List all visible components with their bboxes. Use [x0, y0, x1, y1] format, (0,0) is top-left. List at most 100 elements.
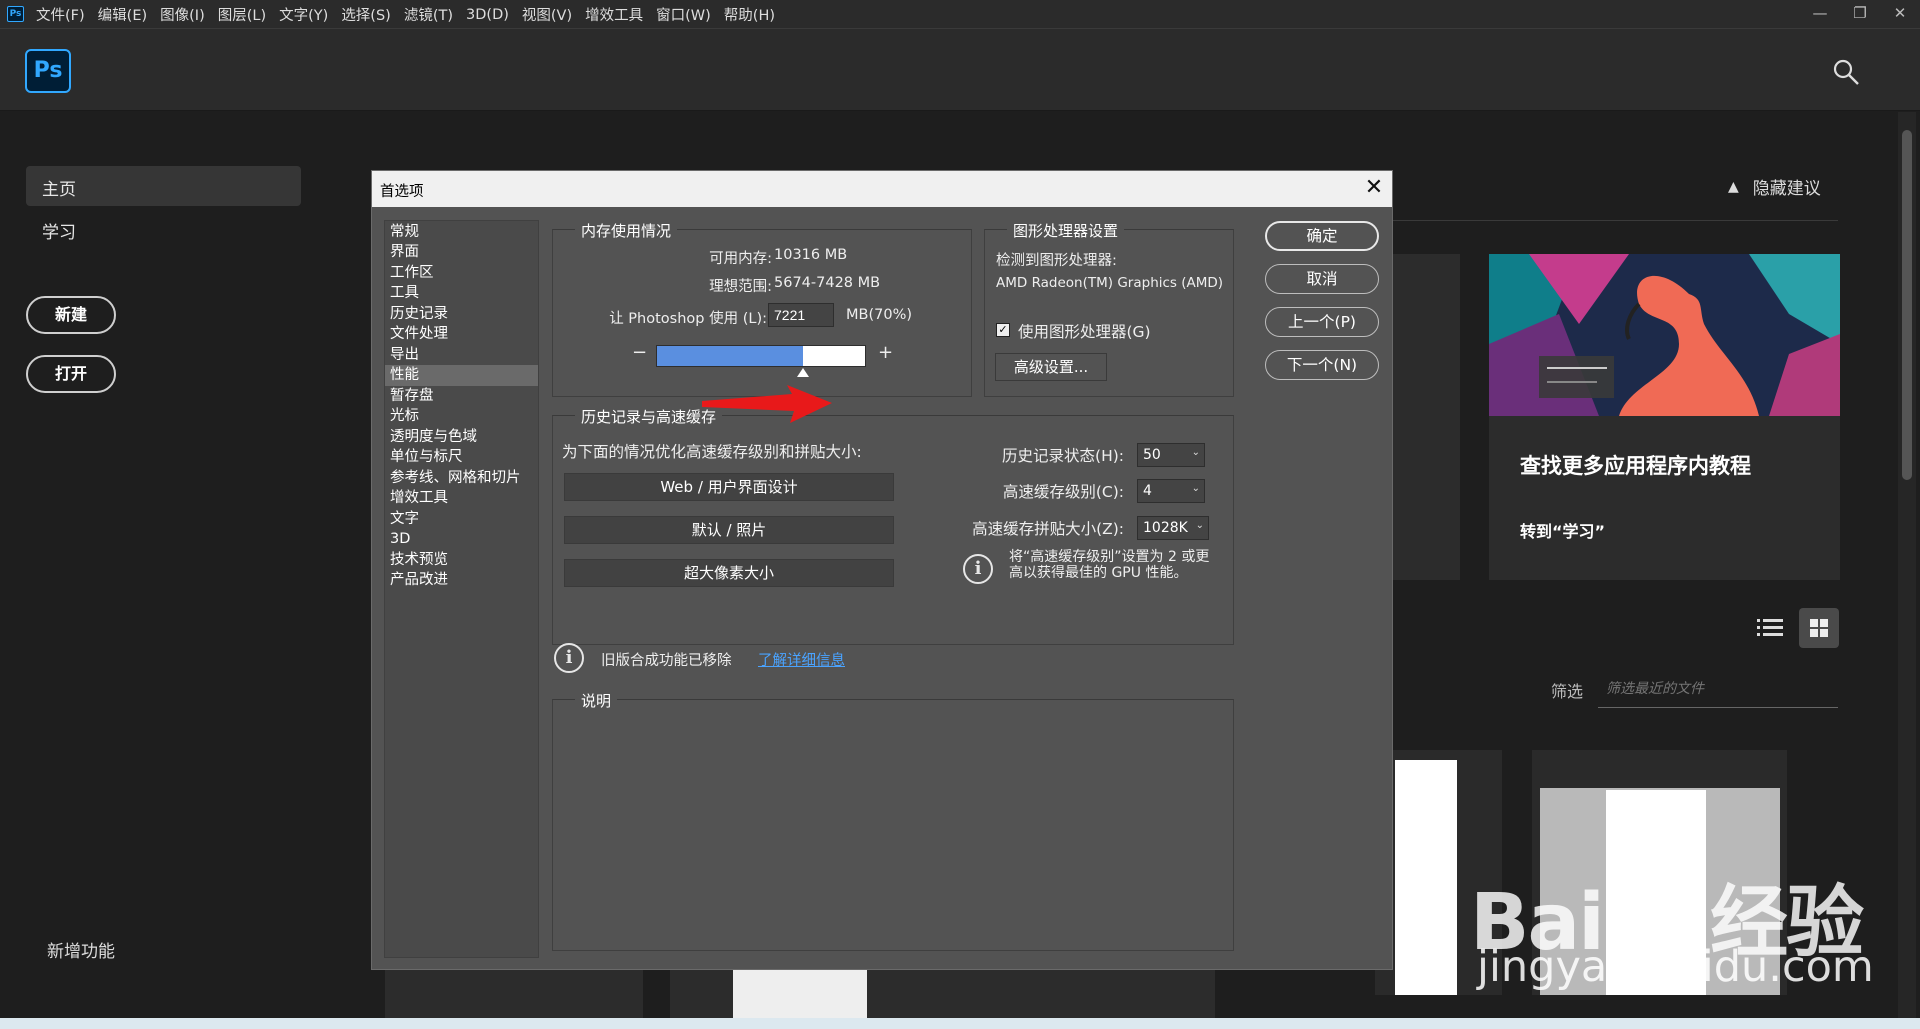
previous-button[interactable]: 上一个(P): [1265, 307, 1379, 337]
menu-list: 文件(F) 编辑(E) 图像(I) 图层(L) 文字(Y) 选择(S) 滤镜(T…: [36, 0, 788, 29]
category-3d[interactable]: 3D: [385, 529, 538, 550]
ok-button[interactable]: 确定: [1265, 221, 1379, 251]
whats-new-link[interactable]: 新增功能: [47, 937, 115, 962]
detected-gpu-label: 检测到图形处理器:: [996, 253, 1117, 269]
menu-3d[interactable]: 3D(D): [466, 7, 509, 23]
go-to-learn-link[interactable]: 转到“学习”: [1520, 518, 1605, 542]
chevron-down-icon: ⌄: [1191, 483, 1200, 494]
category-product-improvement[interactable]: 产品改进: [385, 570, 538, 591]
memory-group-label: 内存使用情况: [575, 220, 678, 241]
photoshop-logo: Ps: [25, 49, 71, 93]
menu-filter[interactable]: 滤镜(T): [404, 4, 453, 25]
cache-tip-line2: 高以获得最佳的 GPU 性能。: [1009, 565, 1188, 581]
menu-file[interactable]: 文件(F): [36, 4, 85, 25]
menu-bar: Ps 文件(F) 编辑(E) 图像(I) 图层(L) 文字(Y) 选择(S) 滤…: [0, 0, 1920, 29]
category-file-handling[interactable]: 文件处理: [385, 324, 538, 345]
taskbar-edge: [0, 1018, 1920, 1029]
advanced-settings-button[interactable]: 高级设置...: [995, 353, 1107, 381]
chevron-up-icon: ▲: [1728, 178, 1739, 195]
baidu-watermark-url: jingyan.baidu.com: [1477, 942, 1874, 992]
close-icon[interactable]: ✕: [1880, 0, 1920, 29]
decrease-memory-button[interactable]: −: [632, 342, 647, 363]
memory-use-input[interactable]: [768, 303, 834, 327]
use-gpu-checkbox[interactable]: ✓: [996, 323, 1010, 337]
history-states-select[interactable]: 50 ⌄: [1137, 443, 1205, 467]
cancel-button[interactable]: 取消: [1265, 264, 1379, 294]
cache-tile-size-select[interactable]: 1028K ⌄: [1137, 516, 1209, 540]
category-scratch-disks[interactable]: 暂存盘: [385, 386, 538, 407]
cache-tile-size-label: 高速缓存拼贴大小(Z):: [972, 520, 1124, 538]
category-units-rulers[interactable]: 单位与标尺: [385, 447, 538, 468]
increase-memory-button[interactable]: +: [878, 342, 893, 363]
document-preview: [733, 970, 867, 1018]
recent-file-thumbnail[interactable]: [385, 970, 643, 1018]
open-button[interactable]: 打开: [26, 355, 116, 393]
category-export[interactable]: 导出: [385, 345, 538, 366]
category-performance[interactable]: 性能: [385, 365, 538, 386]
memory-slider-thumb[interactable]: [796, 368, 809, 377]
menu-help[interactable]: 帮助(H): [724, 4, 775, 25]
document-preview: [1395, 760, 1457, 995]
cache-tile-size-value: 1028K: [1143, 520, 1188, 536]
menu-layer[interactable]: 图层(L): [218, 4, 266, 25]
menu-edit[interactable]: 编辑(E): [98, 4, 147, 25]
cache-levels-select[interactable]: 4 ⌄: [1137, 479, 1205, 503]
window-controls: — ❐ ✕: [1800, 0, 1920, 29]
category-workspace[interactable]: 工作区: [385, 263, 538, 284]
description-group-label: 说明: [575, 690, 618, 711]
category-type[interactable]: 文字: [385, 509, 538, 530]
memory-slider[interactable]: [656, 345, 866, 367]
tutorial-card[interactable]: 查找更多应用程序内教程 转到“学习”: [1489, 254, 1840, 580]
history-states-value: 50: [1143, 447, 1161, 463]
menu-image[interactable]: 图像(I): [160, 4, 205, 25]
menu-view[interactable]: 视图(V): [522, 4, 572, 25]
home-header: [0, 29, 1920, 111]
menu-window[interactable]: 窗口(W): [656, 4, 711, 25]
category-history[interactable]: 历史记录: [385, 304, 538, 325]
chevron-down-icon: ⌄: [1195, 520, 1204, 531]
preset-huge-pixel-button[interactable]: 超大像素大小: [564, 559, 894, 587]
recent-file-thumbnail[interactable]: [960, 970, 1215, 1018]
category-plugins[interactable]: 增效工具: [385, 488, 538, 509]
close-icon[interactable]: ✕: [1361, 175, 1387, 201]
menu-plugins[interactable]: 增效工具: [585, 4, 643, 25]
cache-tip-line1: 将“高速缓存级别”设置为 2 或更: [1009, 549, 1210, 565]
sidebar-item-learn[interactable]: 学习: [42, 218, 76, 243]
sidebar-item-home[interactable]: 主页: [26, 166, 301, 206]
category-guides-grid[interactable]: 参考线、网格和切片: [385, 468, 538, 489]
menu-select[interactable]: 选择(S): [341, 4, 391, 25]
cache-levels-label: 高速缓存级别(C):: [1002, 483, 1124, 501]
description-group: 说明: [552, 690, 1234, 951]
next-button[interactable]: 下一个(N): [1265, 350, 1379, 380]
cache-levels-value: 4: [1143, 483, 1152, 499]
divider: [1392, 220, 1838, 221]
flamingo-tutorial-image: [1489, 254, 1840, 416]
learn-more-link[interactable]: 了解详细信息: [758, 649, 845, 670]
new-button[interactable]: 新建: [26, 296, 116, 334]
available-memory-value: 10316 MB: [774, 247, 848, 263]
history-states-label: 历史记录状态(H):: [1002, 447, 1124, 465]
preset-default-photo-button[interactable]: 默认 / 照片: [564, 516, 894, 544]
filter-input[interactable]: [1598, 670, 1838, 708]
use-gpu-label: 使用图形处理器(G): [1018, 323, 1151, 341]
category-tools[interactable]: 工具: [385, 283, 538, 304]
category-interface[interactable]: 界面: [385, 242, 538, 263]
search-icon[interactable]: [1832, 58, 1860, 86]
gpu-name: AMD Radeon(TM) Graphics (AMD): [996, 275, 1224, 291]
category-tech-previews[interactable]: 技术预览: [385, 550, 538, 571]
category-cursors[interactable]: 光标: [385, 406, 538, 427]
hide-suggestions-button[interactable]: ▲ 隐藏建议: [1728, 174, 1821, 200]
list-view-icon[interactable]: [1753, 610, 1787, 644]
hide-suggestions-label: 隐藏建议: [1752, 179, 1821, 199]
info-icon: i: [963, 554, 993, 584]
restore-icon[interactable]: ❐: [1840, 0, 1880, 29]
preset-web-ui-button[interactable]: Web / 用户界面设计: [564, 473, 894, 501]
grid-view-button[interactable]: [1799, 608, 1839, 648]
grid-view-icon: [1810, 619, 1828, 637]
category-transparency[interactable]: 透明度与色域: [385, 427, 538, 448]
menu-type[interactable]: 文字(Y): [279, 4, 328, 25]
minimize-icon[interactable]: —: [1800, 0, 1840, 29]
category-general[interactable]: 常规: [385, 222, 538, 243]
scrollbar-thumb[interactable]: [1902, 130, 1912, 480]
ideal-range-label: 理想范围:: [709, 279, 772, 295]
